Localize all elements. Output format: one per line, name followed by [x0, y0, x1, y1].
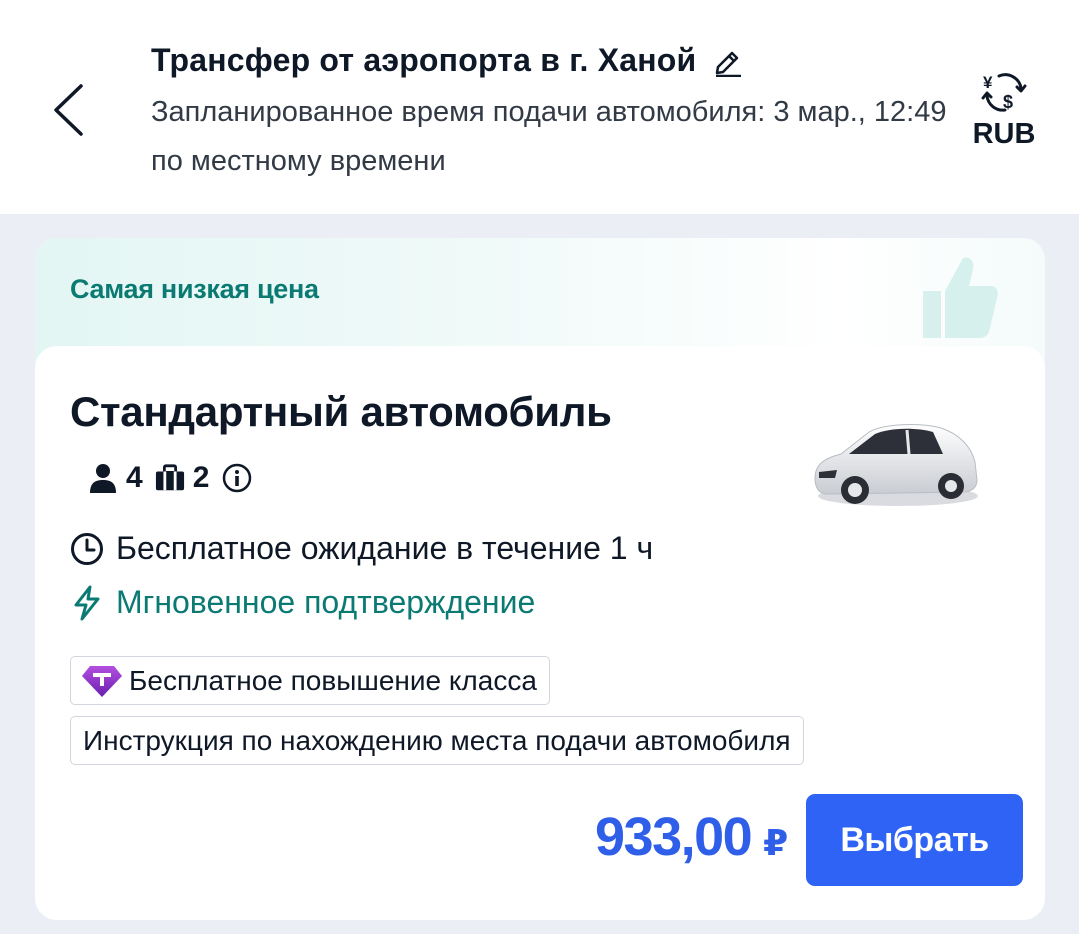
price: 933,00 ₽ — [595, 806, 788, 868]
pickup-instructions-text: Инструкция по нахождению места подачи ав… — [83, 724, 791, 756]
transfer-offer-card[interactable]: Самая низкая цена Стандартный автомобиль… — [35, 238, 1045, 920]
capacity-info-button[interactable] — [221, 462, 253, 494]
car-capacity: 4 2 — [88, 458, 253, 498]
price-currency: ₽ — [763, 822, 789, 863]
currency-exchange-icon: ¥ $ — [981, 73, 1027, 112]
page-title: Трансфер от аэропорта в г. Ханой — [151, 42, 697, 78]
free-upgrade-text: Бесплатное повышение класса — [129, 664, 537, 696]
free-waiting-feature: Бесплатное ожидание в течение 1 ч — [70, 530, 653, 567]
instant-confirmation-feature: Мгновенное подтверждение — [70, 584, 535, 621]
info-icon — [223, 463, 252, 493]
instant-confirmation-text: Мгновенное подтверждение — [116, 584, 536, 620]
price-value: 933,00 — [595, 807, 753, 867]
lowest-price-label: Самая низкая цена — [70, 274, 319, 304]
header: Трансфер от аэропорта в г. Ханой Заплани… — [0, 0, 1079, 214]
thumbs-up-icon — [923, 257, 998, 338]
back-button[interactable] — [36, 72, 100, 148]
currency-label: RUB — [972, 118, 1036, 150]
passenger-icon — [88, 463, 118, 493]
chevron-left-icon — [54, 84, 83, 136]
edit-icon — [716, 51, 742, 77]
select-button-label: Выбрать — [840, 820, 989, 859]
free-waiting-text: Бесплатное ожидание в течение 1 ч — [116, 530, 654, 566]
diamond-badge-icon — [81, 664, 123, 698]
free-upgrade-tag: Бесплатное повышение класса — [70, 656, 550, 705]
passenger-count: 4 — [126, 461, 143, 494]
pickup-instructions-tag: Инструкция по нахождению места подачи ав… — [70, 716, 804, 765]
lightning-icon — [74, 585, 100, 620]
car-class-title: Стандартный автомобиль — [70, 388, 612, 435]
svg-text:¥: ¥ — [983, 73, 993, 92]
luggage-icon — [155, 463, 185, 493]
edit-button[interactable] — [710, 43, 746, 79]
currency-switch-button[interactable]: ¥ $ RUB — [964, 70, 1044, 162]
select-button[interactable]: Выбрать — [806, 794, 1023, 886]
luggage-count: 2 — [192, 461, 210, 494]
header-title-row: Трансфер от аэропорта в г. Ханой — [151, 42, 746, 79]
pickup-time-subtitle: Запланированное время подачи автомобиля:… — [151, 96, 947, 177]
clock-icon — [71, 532, 103, 565]
car-image — [814, 424, 978, 506]
offer-details: Стандартный автомобиль 4 2 Бесплатное ож… — [35, 346, 1045, 920]
